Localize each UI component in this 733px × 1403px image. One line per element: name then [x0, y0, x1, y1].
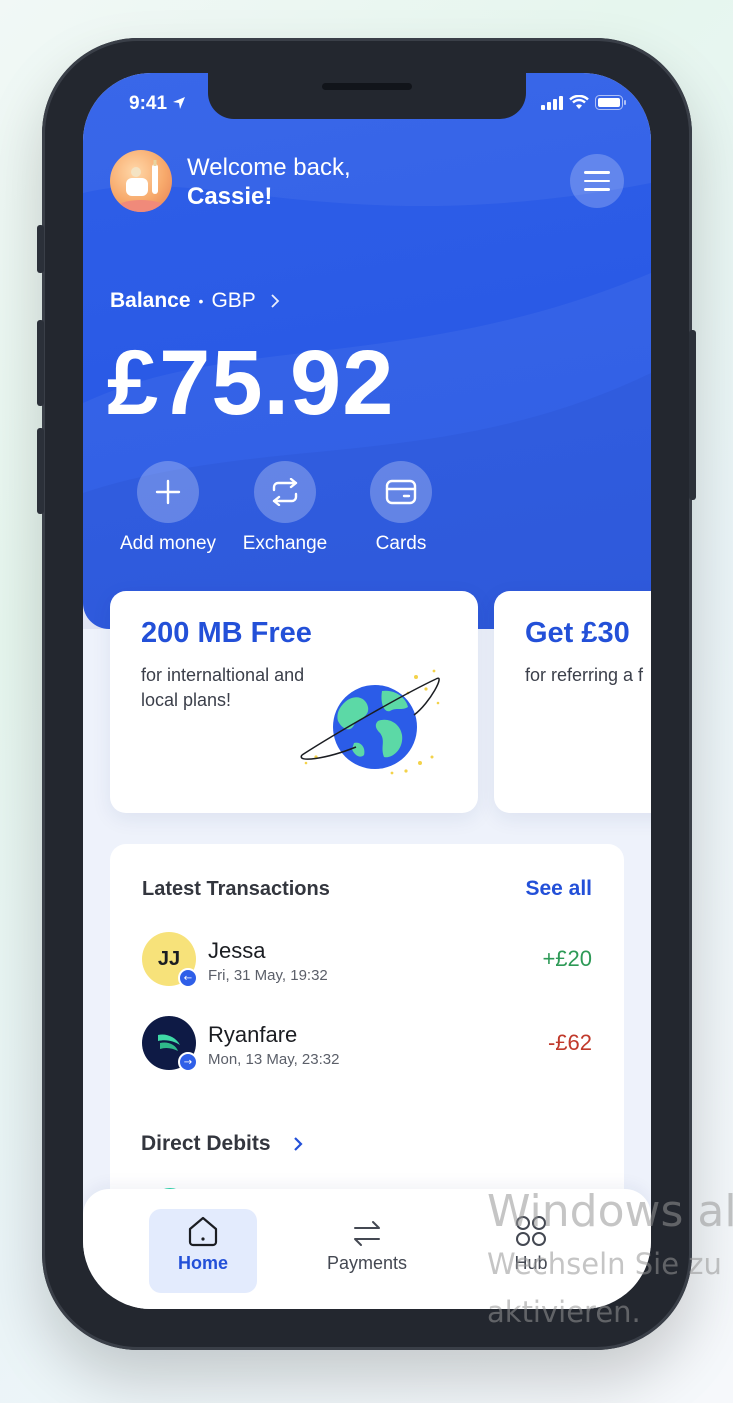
watermark-line: aktivieren. [487, 1295, 641, 1329]
transaction-date: Fri, 31 May, 19:32 [208, 967, 328, 984]
location-arrow-icon [173, 97, 186, 109]
transfer-icon [313, 1209, 421, 1247]
exchange-icon [254, 461, 316, 523]
status-time: 9:41 [129, 93, 186, 115]
greeting-text: Welcome back, [187, 154, 351, 181]
tab-home[interactable]: Home [149, 1209, 257, 1293]
outgoing-arrow-icon: → [178, 1052, 198, 1072]
app-screen: 9:41 Welcome back, Cassie! Balance • GBP… [83, 73, 651, 1309]
promo-subtitle-line: local plans! [141, 690, 232, 710]
device-notch [208, 73, 526, 119]
promo-card-referral[interactable]: Get £30 for referring a f [494, 591, 651, 813]
speaker-grille [322, 83, 412, 90]
cards-button[interactable]: Cards [341, 461, 461, 555]
balance-selector[interactable]: Balance • GBP [110, 289, 280, 313]
avatar-illustration [119, 160, 163, 212]
transaction-name: Jessa [208, 938, 266, 963]
tab-payments[interactable]: Payments [313, 1209, 421, 1293]
promo-subtitle: for referring a f [525, 663, 643, 688]
card-icon [370, 461, 432, 523]
transaction-date: Mon, 13 May, 23:32 [208, 1051, 340, 1068]
power-button [689, 330, 696, 500]
home-icon [149, 1209, 257, 1247]
transaction-row[interactable]: → Ryanfare Mon, 13 May, 23:32 -£62 [142, 1016, 592, 1072]
volume-down-button [37, 428, 44, 514]
balance-currency: GBP [211, 289, 256, 312]
signal-icon [541, 95, 563, 110]
status-icons [541, 95, 627, 110]
add-money-label: Add money [119, 533, 217, 554]
hamburger-line [584, 188, 610, 191]
direct-debits-link[interactable]: Direct Debits [141, 1132, 303, 1156]
balance-label: Balance [110, 289, 191, 312]
watermark-line: Wechseln Sie zu [487, 1247, 722, 1281]
volume-up-button [37, 320, 44, 406]
windows-activation-watermark: Windows al Wechseln Sie zu aktivieren. [487, 1184, 733, 1336]
promo-title: Get £30 [525, 617, 630, 649]
plus-icon [137, 461, 199, 523]
tab-home-label: Home [177, 1253, 228, 1273]
user-name: Cassie! [187, 183, 273, 210]
welcome-text: Welcome back, Cassie! [187, 153, 351, 211]
transaction-row[interactable]: JJ ← Jessa Fri, 31 May, 19:32 +£20 [142, 932, 592, 988]
transaction-amount: -£62 [547, 1030, 592, 1055]
wifi-icon [569, 95, 589, 109]
promo-card-data[interactable]: 200 MB Free for internaltional and local… [110, 591, 478, 813]
transaction-name: Ryanfare [208, 1022, 298, 1047]
globe-illustration [300, 669, 440, 775]
balance-separator: • [198, 293, 204, 309]
promo-subtitle-line: for internaltional and [141, 665, 305, 685]
watermark-line: Windows al [487, 1186, 733, 1237]
promo-subtitle: for internaltional and local plans! [141, 663, 304, 713]
see-all-link[interactable]: See all [525, 877, 592, 901]
balance-amount: £75.92 [107, 332, 395, 434]
incoming-arrow-icon: ← [178, 968, 198, 988]
hamburger-icon [584, 171, 610, 174]
cards-label: Cards [375, 533, 427, 554]
promo-title: 200 MB Free [141, 617, 312, 649]
transaction-amount: +£20 [542, 946, 592, 971]
chevron-right-icon [293, 1137, 303, 1151]
add-money-button[interactable]: Add money [108, 461, 228, 555]
menu-button[interactable] [570, 154, 624, 208]
user-avatar[interactable] [110, 150, 172, 212]
battery-icon [595, 95, 626, 110]
exchange-button[interactable]: Exchange [225, 461, 345, 555]
chevron-right-icon [271, 294, 280, 308]
hamburger-line [584, 179, 610, 183]
promo-subtitle-line: for referring a f [525, 665, 644, 685]
direct-debits-heading: Direct Debits [141, 1132, 271, 1155]
exchange-label: Exchange [242, 533, 328, 554]
transactions-heading: Latest Transactions [142, 878, 330, 900]
mute-switch [37, 225, 44, 273]
tab-payments-label: Payments [326, 1253, 408, 1273]
